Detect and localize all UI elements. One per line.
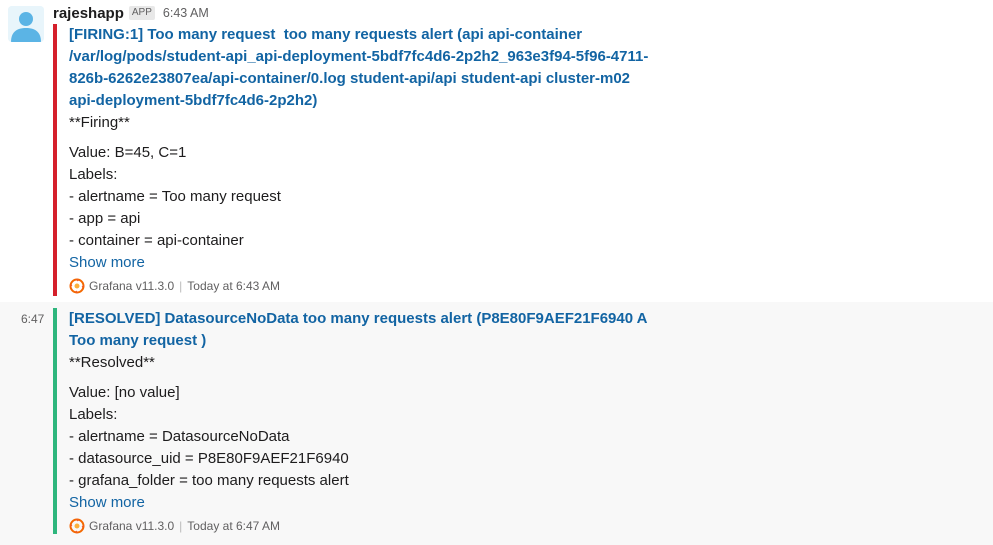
- label-line: - grafana_folder = too many requests ale…: [69, 472, 349, 489]
- label-line: - datasource_uid = P8E80F9AEF21F6940: [69, 450, 349, 467]
- alert-attachment: [RESOLVED] DatasourceNoData too many req…: [53, 308, 649, 534]
- username[interactable]: rajeshapp: [53, 5, 124, 22]
- labels-heading: Labels:: [69, 166, 118, 183]
- message-timestamp[interactable]: 6:43 AM: [163, 6, 209, 20]
- attachment-footer: Grafana v11.3.0 | Today at 6:47 AM: [69, 517, 649, 535]
- alert-value-line: Value: [no value]: [69, 384, 180, 401]
- alert-value-line: Value: B=45, C=1: [69, 144, 187, 161]
- user-avatar-icon[interactable]: [8, 6, 44, 42]
- grafana-logo-icon: [69, 518, 85, 534]
- label-line: - alertname = DatasourceNoData: [69, 428, 290, 445]
- app-badge: APP: [128, 6, 155, 20]
- message-firing: rajeshapp APP 6:43 AM [FIRING:1] Too man…: [0, 0, 993, 300]
- alert-attachment: [FIRING:1] Too many request too many req…: [53, 24, 649, 296]
- label-line: - app = api: [69, 210, 141, 227]
- show-more-link[interactable]: Show more: [69, 492, 649, 514]
- label-line: - container = api-container: [69, 232, 244, 249]
- footer-separator: |: [179, 519, 183, 533]
- footer-source: Grafana v11.3.0: [89, 279, 175, 293]
- grafana-logo-icon: [69, 278, 85, 294]
- alert-title-link[interactable]: [FIRING:1] Too many request too many req…: [69, 24, 649, 112]
- footer-time[interactable]: Today at 6:47 AM: [187, 519, 280, 533]
- hover-timestamp[interactable]: 6:47: [21, 312, 44, 326]
- alert-title-link[interactable]: [RESOLVED] DatasourceNoData too many req…: [69, 308, 649, 352]
- footer-time[interactable]: Today at 6:43 AM: [187, 279, 280, 293]
- label-line: - alertname = Too many request: [69, 188, 281, 205]
- labels-heading: Labels:: [69, 406, 118, 423]
- alert-status-line: **Firing**: [69, 114, 130, 131]
- attachment-footer: Grafana v11.3.0 | Today at 6:43 AM: [69, 277, 649, 295]
- alert-status-line: **Resolved**: [69, 354, 155, 371]
- message-header: rajeshapp APP 6:43 AM: [53, 3, 209, 23]
- footer-separator: |: [179, 279, 183, 293]
- message-resolved: 6:47 [RESOLVED] DatasourceNoData too man…: [0, 302, 993, 545]
- show-more-link[interactable]: Show more: [69, 252, 649, 274]
- footer-source: Grafana v11.3.0: [89, 519, 175, 533]
